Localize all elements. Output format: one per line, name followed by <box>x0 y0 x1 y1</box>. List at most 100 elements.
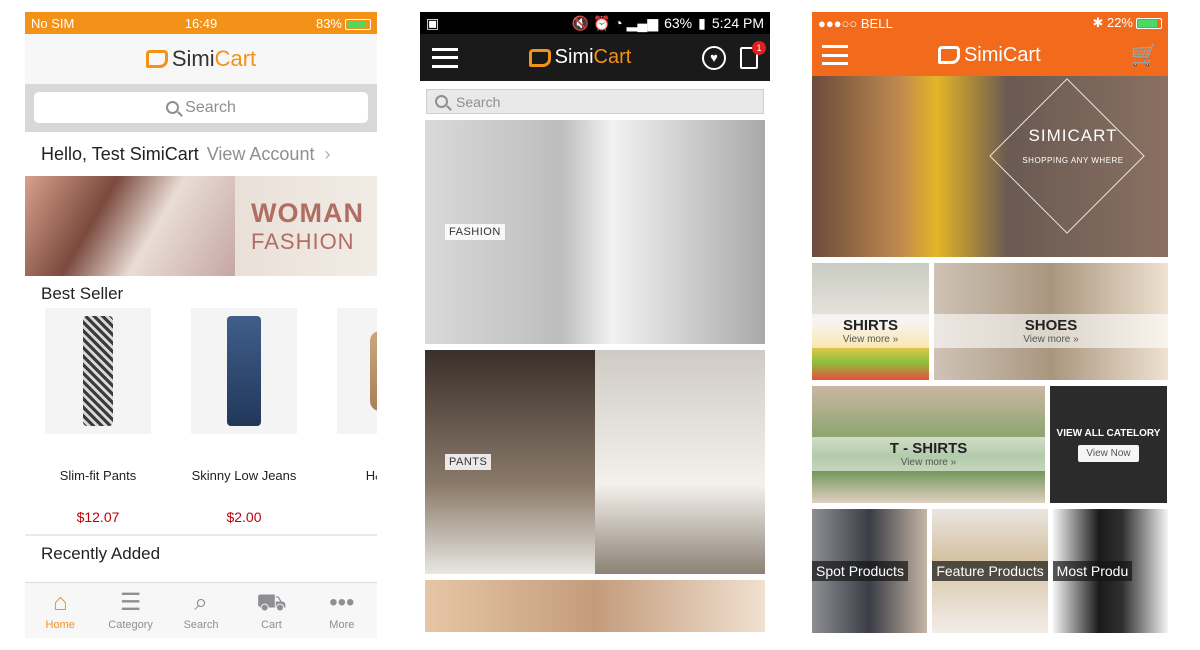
battery-icon: ▮ <box>698 14 706 31</box>
tile-label: PANTS <box>445 454 492 470</box>
phone-home-orange: ●●●○○ BELL ✱ 22% SimiCart 🛒 SIMICART SHO… <box>812 12 1168 638</box>
tile-photo <box>595 350 765 574</box>
product-card[interactable]: H&M Sa $3 <box>317 308 377 534</box>
category-row: SHIRTS View more » SHOES View more » <box>812 263 1168 380</box>
greeting-text: Hello, Test SimiCart <box>41 143 199 164</box>
logo-text-simi: Simi <box>171 46 215 71</box>
search-placeholder: Search <box>456 93 501 110</box>
banner-line1: WOMAN <box>251 197 364 228</box>
view-now-button[interactable]: View Now <box>1078 444 1139 462</box>
phone-home-dark: ▣ 🔇 ⏰ ◔ ▂▄▆ 63% ▮ 5:24 PM SimiCart ♥ 1 S… <box>420 12 770 632</box>
cart-logo-icon <box>145 50 168 68</box>
cart-bag-icon[interactable]: 1 <box>740 40 766 69</box>
best-seller-title: Best Seller <box>41 284 124 303</box>
search-icon: ⌕ <box>194 588 208 616</box>
wishlist-icon[interactable]: ♥ <box>702 45 726 70</box>
app-header: SimiCart 🛒 <box>812 34 1168 76</box>
tab-home[interactable]: ⌂ Home <box>25 583 95 638</box>
cart-icon: ⛟ <box>256 588 287 616</box>
tile-label: Feature Products <box>932 561 1048 581</box>
logo-text-simi: Simi <box>554 46 594 68</box>
simicart-logo: SimiCart <box>528 46 631 69</box>
view-all-category-tile[interactable]: VIEW ALL CATELORY View Now <box>1050 386 1167 503</box>
product-name: Skinny Low Jeans <box>191 468 297 483</box>
search-bar: Search <box>25 84 377 132</box>
category-shirts[interactable]: SHIRTS View more » <box>812 263 929 380</box>
battery-label: 83% <box>315 15 342 31</box>
category-tile[interactable] <box>425 580 765 632</box>
search-icon <box>435 95 448 108</box>
category-tile-pants[interactable]: PANTS <box>425 350 765 574</box>
category-tshirts[interactable]: T - SHIRTS View more » <box>812 386 1045 503</box>
tab-search[interactable]: ⌕ Search <box>166 583 236 638</box>
search-icon <box>166 101 180 114</box>
view-account-link[interactable]: View Account <box>207 144 315 165</box>
battery-label: 22% <box>1106 15 1133 30</box>
tab-label: Category <box>108 618 153 631</box>
most-products-tile[interactable]: Most Produ <box>1052 509 1168 633</box>
battery-label: 63% <box>664 15 693 31</box>
account-row[interactable]: Hello, Test SimiCart View Account › <box>25 132 377 176</box>
simicart-logo: SimiCart <box>145 46 256 72</box>
shoe-image <box>370 331 377 411</box>
search-input[interactable]: Search <box>426 89 764 114</box>
tab-label: Home <box>45 618 75 631</box>
notification-icon: ▣ <box>426 14 440 31</box>
app-header: SimiCart ♥ 1 <box>420 34 770 81</box>
category-shoes[interactable]: SHOES View more » <box>934 263 1168 380</box>
pants-image <box>83 316 113 426</box>
banner-caption: WOMAN FASHION <box>235 176 377 276</box>
product-image <box>337 308 377 434</box>
chevron-right-icon: › <box>324 143 331 164</box>
jeans-image <box>227 316 261 426</box>
best-seller-list: Slim-fit Pants $12.07 Skinny Low Jeans $… <box>25 308 377 534</box>
logo-text-cart: Cart <box>1002 43 1041 66</box>
hero-title: SIMICART <box>1028 126 1118 145</box>
tile-label: FASHION <box>445 224 505 240</box>
category-title: SHIRTS <box>842 317 898 335</box>
tab-more[interactable]: ••• More <box>307 583 377 638</box>
menu-icon[interactable] <box>432 47 458 68</box>
view-more-link[interactable]: View more » <box>901 457 956 468</box>
product-image <box>191 308 297 434</box>
cart-badge: 1 <box>752 40 766 55</box>
recently-added-title: Recently Added <box>41 544 161 563</box>
phone-home-light: No SIM 16:49 83% SimiCart Search Hello, … <box>25 12 377 638</box>
battery-icon <box>1136 18 1162 30</box>
tab-label: More <box>329 618 355 631</box>
product-price: $12.07 <box>76 509 120 525</box>
category-tile-fashion[interactable]: FASHION <box>425 120 765 344</box>
status-bar: No SIM 16:49 83% <box>25 12 377 34</box>
product-price: $2.00 <box>226 509 262 525</box>
feature-products-tile[interactable]: Feature Products <box>932 509 1048 633</box>
cart-icon[interactable]: 🛒 <box>1131 42 1158 68</box>
tab-label: Search <box>183 618 219 631</box>
view-more-link[interactable]: View more » <box>1023 334 1078 345</box>
promo-banner[interactable]: WOMAN FASHION <box>25 176 377 276</box>
bluetooth-icon: ✱ <box>1092 15 1107 30</box>
product-image <box>45 308 151 434</box>
tile-label: Spot Products <box>812 561 908 581</box>
tab-label: Cart <box>261 618 282 631</box>
signal-icons: 🔇 ⏰ ◔ ▂▄▆ <box>571 14 659 31</box>
logo-text-simi: Simi <box>963 43 1003 66</box>
tab-category[interactable]: ☰ Category <box>95 583 165 638</box>
status-bar: ●●●○○ BELL ✱ 22% <box>812 12 1168 34</box>
spot-products-tile[interactable]: Spot Products <box>812 509 928 633</box>
product-card[interactable]: Skinny Low Jeans $2.00 <box>171 308 317 534</box>
battery-icon <box>345 18 371 30</box>
search-input[interactable]: Search <box>34 92 368 123</box>
status-bar: ▣ 🔇 ⏰ ◔ ▂▄▆ 63% ▮ 5:24 PM <box>420 12 770 34</box>
more-icon: ••• <box>329 588 355 616</box>
view-more-link[interactable]: View more » <box>843 334 898 345</box>
home-icon: ⌂ <box>52 588 68 616</box>
simicart-logo: SimiCart <box>937 43 1041 67</box>
tab-cart[interactable]: ⛟ Cart <box>236 583 306 638</box>
category-row: T - SHIRTS View more » VIEW ALL CATELORY … <box>812 386 1168 503</box>
clock-label: 5:24 PM <box>711 15 764 31</box>
category-title: SHOES <box>1024 317 1078 335</box>
product-card[interactable]: Slim-fit Pants $12.07 <box>25 308 171 534</box>
hero-banner[interactable]: SIMICART SHOPPING ANY WHERE <box>812 76 1168 257</box>
menu-icon[interactable] <box>822 45 848 65</box>
carrier-label: BELL <box>860 15 893 31</box>
